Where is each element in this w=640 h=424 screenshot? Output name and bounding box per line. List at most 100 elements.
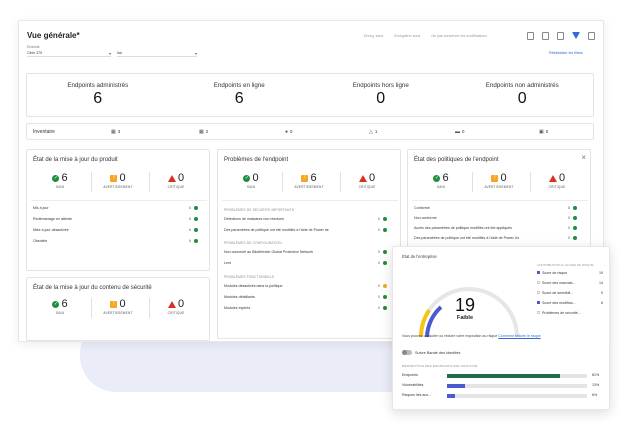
panel-policies: ⋮ × État des politiques de l'endpoint ✓ 6…: [407, 149, 591, 249]
legend-item[interactable]: Score de risque 19: [537, 271, 607, 275]
row-label[interactable]: Des paramètres de politique ont été modi…: [224, 228, 374, 232]
close-icon[interactable]: ×: [581, 153, 586, 162]
row-values: 0: [378, 306, 387, 310]
row-label[interactable]: Conforme: [414, 206, 564, 210]
stat-critical[interactable]: 0 CRITIQUE: [534, 172, 580, 189]
reduce-risk-link[interactable]: Comment réduire le risque: [498, 334, 540, 338]
row-label[interactable]: Non conforme: [414, 216, 564, 220]
identity-toggle[interactable]: Suivre Bande des Identités: [402, 350, 460, 355]
row-values: 6: [189, 217, 198, 221]
critical-icon: [167, 174, 176, 182]
row-label[interactable]: Modules désactivés dans la politique: [224, 284, 374, 288]
criticality-bar[interactable]: Vulnérabilités 13%: [402, 383, 602, 389]
linux-icon: △: [369, 129, 373, 135]
stat-healthy[interactable]: ✓ 6 SAIN: [37, 172, 83, 189]
check-icon: ✓: [433, 174, 441, 182]
row-label[interactable]: Lent: [224, 261, 374, 265]
inventory-apple[interactable]: ● 0: [285, 129, 292, 135]
row-values: 0: [378, 217, 387, 221]
divider: [149, 298, 150, 318]
filter-icon[interactable]: [572, 32, 580, 39]
legend-item[interactable]: Score de sensibili... 0: [537, 291, 607, 295]
bar-fill: [447, 394, 456, 398]
row-label[interactable]: Modules expirés: [224, 306, 374, 310]
stat-warning[interactable]: ! 0 AVERTISSEMENT: [95, 298, 141, 315]
row-values: 0: [568, 226, 577, 230]
toolbar-icons: [527, 32, 595, 40]
count-online[interactable]: Endpoints en ligne 6: [169, 74, 311, 116]
warning-icon: !: [110, 174, 118, 182]
refresh-icon[interactable]: [527, 32, 534, 40]
inventory-monitor[interactable]: ▬ 0: [455, 129, 464, 135]
stat-warning[interactable]: ! 6 AVERTISSEMENT: [286, 172, 332, 189]
count-offline[interactable]: Endpoints hors ligne 0: [310, 74, 452, 116]
endpoint-select[interactable]: Cible 375: [27, 51, 111, 57]
row-values: 0: [568, 216, 577, 220]
windows-icon: ▦: [111, 129, 116, 135]
stat-critical[interactable]: 0 CRITIQUE: [153, 172, 199, 189]
row-label[interactable]: Des paramètres de politique ont été modi…: [414, 236, 564, 240]
inventory-server[interactable]: ▣ 0: [539, 129, 548, 135]
bar-track: [447, 374, 587, 378]
row-label[interactable]: Mise à jour désactivée: [33, 228, 69, 232]
row-values: 0: [568, 236, 577, 240]
inventory-windows[interactable]: ▦ 3: [111, 129, 120, 135]
stat-warning[interactable]: ! 0 AVERTISSEMENT: [476, 172, 522, 189]
panel-content-update: État de la mise à jour du contenu de séc…: [26, 277, 210, 341]
bar-fill: [447, 384, 466, 388]
row-label[interactable]: Obsolète: [33, 239, 47, 243]
bar-track: [447, 384, 587, 388]
criticality-bar[interactable]: Endpoints 81%: [402, 373, 602, 379]
section-heading: PROBLÈMES DE CONFIGURATION: [224, 241, 282, 245]
secondary-select[interactable]: Ital: [117, 51, 197, 57]
legend-item[interactable]: Score des modifica... 6: [537, 301, 607, 305]
row-label[interactable]: Détections de malwares non résolues: [224, 217, 374, 221]
criticality-bar[interactable]: Risques liés aux... 6%: [402, 393, 602, 399]
warning-icon: !: [110, 300, 118, 308]
stat-critical[interactable]: 0 CRITIQUE: [153, 298, 199, 315]
endpoint-counts: Endpoints administrés 6 Endpoints en lign…: [26, 73, 594, 117]
row-values: 0: [378, 295, 387, 299]
discard-link[interactable]: Ne pas conserver les modifications: [431, 34, 487, 38]
check-icon: ✓: [52, 300, 60, 308]
save-as-link[interactable]: Enreg. sous: [364, 34, 383, 38]
count-managed[interactable]: Endpoints administrés 6: [27, 74, 169, 116]
inventory-windows-server[interactable]: ▦ 2: [199, 129, 208, 135]
row-label[interactable]: Accès des paramètres de politique modifi…: [414, 226, 564, 230]
inventory-linux[interactable]: △ 1: [369, 129, 377, 135]
toggle-switch[interactable]: [402, 350, 412, 355]
document-icon[interactable]: [542, 32, 549, 40]
critical-icon: [358, 174, 367, 182]
panel-title: État de la mise à jour du produit: [33, 157, 118, 163]
expand-icon[interactable]: [557, 32, 564, 40]
stat-critical[interactable]: 0 CRITIQUE: [344, 172, 390, 189]
divider: [31, 200, 207, 201]
row-label[interactable]: Non connecté au Bitdefender Global Prote…: [224, 250, 374, 254]
warning-icon: !: [491, 174, 499, 182]
bars-header: RÉPARTITION DES ENDPOINTS PAR CRITICITÉ: [402, 364, 478, 368]
save-link[interactable]: Enregistrer sous: [394, 34, 420, 38]
stat-healthy[interactable]: ✓ 6 SAIN: [418, 172, 464, 189]
risk-info: Vous pouvez consulter ou réduire votre e…: [402, 334, 541, 338]
card-title: État de l'entreprise: [402, 254, 437, 259]
divider: [530, 172, 531, 192]
monitor-icon: ▬: [455, 129, 460, 135]
row-label[interactable]: Redémarrage en attente: [33, 217, 72, 221]
settings-icon[interactable]: [588, 32, 595, 40]
stat-healthy[interactable]: ✓ 0 SAIN: [228, 172, 274, 189]
row-values: 6: [189, 239, 198, 243]
reset-filters-link[interactable]: Réinitialiser les filtres: [549, 51, 583, 55]
critical-icon: [548, 174, 557, 182]
divider: [91, 298, 92, 318]
status-dot: [193, 206, 198, 210]
count-unmanaged[interactable]: Endpoints non administrés 0: [452, 74, 594, 116]
divider: [412, 200, 588, 201]
stat-healthy[interactable]: ✓ 6 SAIN: [37, 298, 83, 315]
legend-item[interactable]: Score des mauvais... 14: [537, 281, 607, 285]
row-label[interactable]: Mis à jour: [33, 206, 49, 210]
legend-item[interactable]: Problèmes de sécurité...: [537, 311, 607, 315]
section-heading: PROBLÈMES DE SÉCURITÉ IMPORTANTS: [224, 208, 295, 212]
stat-warning[interactable]: ! 0 AVERTISSEMENT: [95, 172, 141, 189]
row-label[interactable]: Modules défaillants: [224, 295, 374, 299]
server-icon: ▣: [539, 129, 544, 135]
